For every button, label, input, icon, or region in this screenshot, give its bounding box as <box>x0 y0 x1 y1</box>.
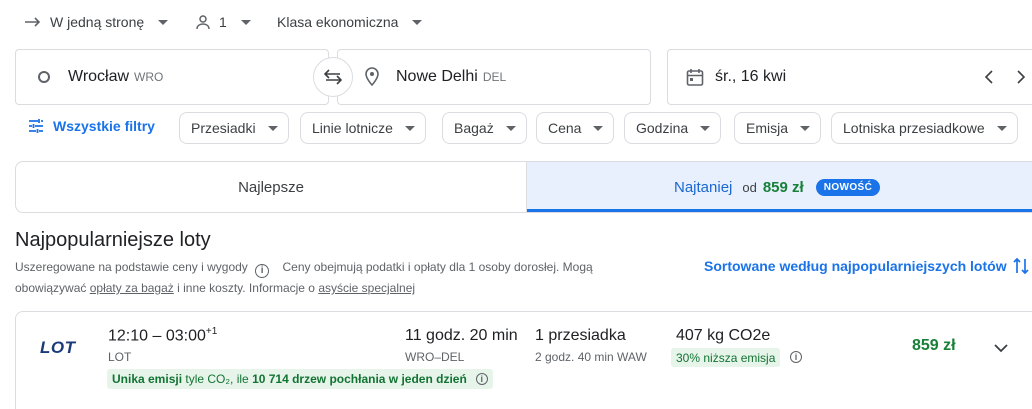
chevron-down-icon <box>800 125 811 131</box>
sort-icon <box>1012 257 1029 275</box>
info-icon[interactable]: i <box>475 373 488 385</box>
flight-route: WRO–DEL <box>405 350 465 364</box>
chip-label: Emisja <box>746 120 789 136</box>
chevron-down-icon <box>996 125 1007 131</box>
all-filters-label: Wszystkie filtry <box>53 118 155 134</box>
section-title: Najpopularniejsze loty <box>15 229 211 251</box>
date-field[interactable]: śr., 16 kwi <box>667 49 1032 105</box>
arrow-right-icon <box>25 17 41 27</box>
bag-fees-link[interactable]: opłaty za bagaż <box>90 281 174 295</box>
emission-bold-2: 10 714 drzew pochłania w jeden dzień <box>252 372 467 386</box>
filter-bags[interactable]: Bagaż <box>442 112 527 144</box>
chevron-down-icon <box>267 125 278 131</box>
filter-emissions[interactable]: Emisja <box>734 112 822 144</box>
emission-bold-1: Unika emisji <box>112 372 183 386</box>
chevron-down-icon <box>158 19 169 25</box>
filter-airlines[interactable]: Linie lotnicze <box>300 112 426 144</box>
ranked-text: Uszeregowane na podstawie ceny i wygody <box>15 260 248 274</box>
all-filters-button[interactable]: Wszystkie filtry <box>28 118 155 134</box>
trip-type-label: W jedną stronę <box>50 14 145 30</box>
special-assistance-link[interactable]: asyście specjalnej <box>318 281 415 295</box>
calendar-icon <box>686 68 704 86</box>
tab-best[interactable]: Najlepsze <box>16 162 527 212</box>
chevron-down-icon[interactable] <box>991 338 1011 358</box>
cheapest-price: 859 zł <box>762 178 804 196</box>
swap-button[interactable] <box>313 57 353 97</box>
tune-icon <box>29 119 43 133</box>
chevron-left-icon[interactable] <box>984 70 994 84</box>
destination-field[interactable]: Nowe Delhi DEL <box>337 49 651 105</box>
filter-stops[interactable]: Przesiadki <box>179 112 289 144</box>
sort-tabs: Najlepsze Najtaniej od 859 zł NOWOŚĆ <box>15 161 1032 213</box>
chevron-down-icon <box>593 125 604 131</box>
new-badge: NOWOŚĆ <box>815 178 881 196</box>
emission-tag: 30% niższa emisja <box>671 348 781 367</box>
flight-layover: 2 godz. 40 min WAW <box>535 350 647 364</box>
chevron-down-icon <box>505 125 516 131</box>
sort-button[interactable]: Sortowane według najpopularniejszych lot… <box>704 256 1029 276</box>
date-value: śr., 16 kwi <box>715 68 787 85</box>
section-description: Uszeregowane na podstawie ceny i wygody … <box>15 257 655 298</box>
emission-text-1: tyle CO₂, ile <box>185 372 249 386</box>
chip-label: Godzina <box>636 120 689 136</box>
chevron-right-icon[interactable] <box>1016 70 1026 84</box>
info-icon[interactable]: i <box>790 351 802 363</box>
info-text-2: i inne koszty. Informacje o <box>177 281 315 295</box>
day-offset: +1 <box>205 326 218 337</box>
class-label: Klasa ekonomiczna <box>277 14 399 30</box>
origin-field[interactable]: Wrocław WRO <box>15 49 329 105</box>
filter-connecting-airports[interactable]: Lotniska przesiadkowe <box>831 112 1018 144</box>
chevron-down-icon <box>700 125 711 131</box>
passengers-count: 1 <box>219 14 227 30</box>
class-select[interactable]: Klasa ekonomiczna <box>277 10 423 34</box>
depart-time: 12:10 <box>108 327 149 345</box>
emission-note: Unika emisji tyle CO₂, ile 10 714 drzew … <box>107 369 493 389</box>
person-icon <box>196 15 210 30</box>
chip-label: Przesiadki <box>191 120 256 136</box>
trip-type-select[interactable]: W jedną stronę <box>24 10 169 34</box>
arrive-time: 03:00 <box>165 327 206 345</box>
chevron-down-icon <box>240 19 251 25</box>
chip-label: Bagaż <box>454 120 494 136</box>
origin-city: Wrocław <box>68 68 130 85</box>
flight-duration: 11 godz. 20 min <box>405 327 518 344</box>
chevron-down-icon <box>412 19 423 25</box>
flight-price: 859 zł <box>912 337 956 354</box>
flight-times: 12:10 – 03:00+1 <box>108 326 217 345</box>
flight-stops: 1 przesiadka <box>535 327 626 344</box>
sort-label: Sortowane według najpopularniejszych lot… <box>704 258 1007 274</box>
origin-code: WRO <box>134 70 164 84</box>
destination-city: Nowe Delhi <box>396 68 478 85</box>
filter-times[interactable]: Godzina <box>624 112 722 144</box>
time-dash: – <box>152 327 162 345</box>
chip-label: Cena <box>548 120 582 136</box>
airline-logo: LOT <box>40 338 76 357</box>
swap-icon <box>323 69 343 85</box>
filter-price[interactable]: Cena <box>536 112 615 144</box>
airline-name: LOT <box>108 350 132 364</box>
tab-best-label: Najlepsze <box>238 178 304 196</box>
info-icon[interactable]: i <box>255 264 270 278</box>
chip-label: Lotniska przesiadkowe <box>843 120 985 136</box>
passengers-select[interactable]: 1 <box>195 10 251 34</box>
tab-cheapest[interactable]: Najtaniej od 859 zł NOWOŚĆ <box>527 162 1032 212</box>
from-label: od <box>742 179 757 195</box>
destination-code: DEL <box>482 70 507 84</box>
flight-co2: 407 kg CO2e <box>676 327 771 344</box>
location-pin-icon <box>365 67 379 87</box>
chevron-down-icon <box>404 125 415 131</box>
circle-origin-icon <box>38 71 50 83</box>
tab-cheapest-label: Najtaniej <box>674 178 733 196</box>
chip-label: Linie lotnicze <box>312 120 393 136</box>
